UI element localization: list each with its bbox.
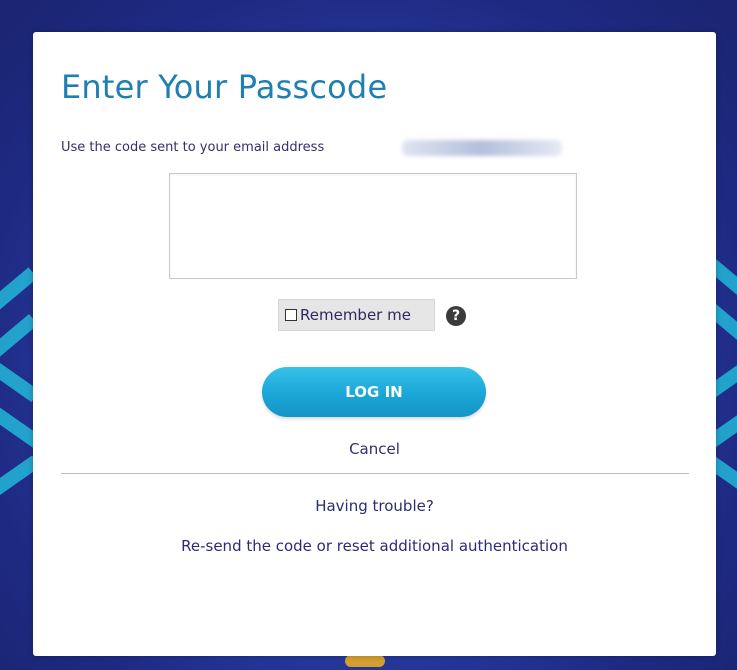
background-decoration [0, 267, 38, 317]
resend-code-link[interactable]: Re-send the code or reset additional aut… [33, 537, 716, 555]
remember-me-label: Remember me [300, 306, 411, 324]
passcode-dialog: Enter Your Passcode Use the code sent to… [33, 32, 716, 656]
redacted-email-address [402, 140, 562, 156]
login-button-label: LOG IN [345, 383, 403, 401]
instruction-text: Use the code sent to your email address [61, 140, 325, 155]
remember-me-toggle[interactable]: Remember me [278, 299, 435, 331]
page-title: Enter Your Passcode [61, 68, 388, 106]
trouble-heading: Having trouble? [315, 497, 434, 515]
passcode-input[interactable] [169, 173, 577, 279]
remember-me-checkbox[interactable] [285, 309, 297, 321]
login-button[interactable]: LOG IN [262, 367, 486, 417]
background-decoration [345, 655, 385, 667]
help-icon[interactable]: ? [446, 306, 466, 326]
cancel-link[interactable]: Cancel [33, 440, 716, 458]
divider [61, 473, 689, 474]
